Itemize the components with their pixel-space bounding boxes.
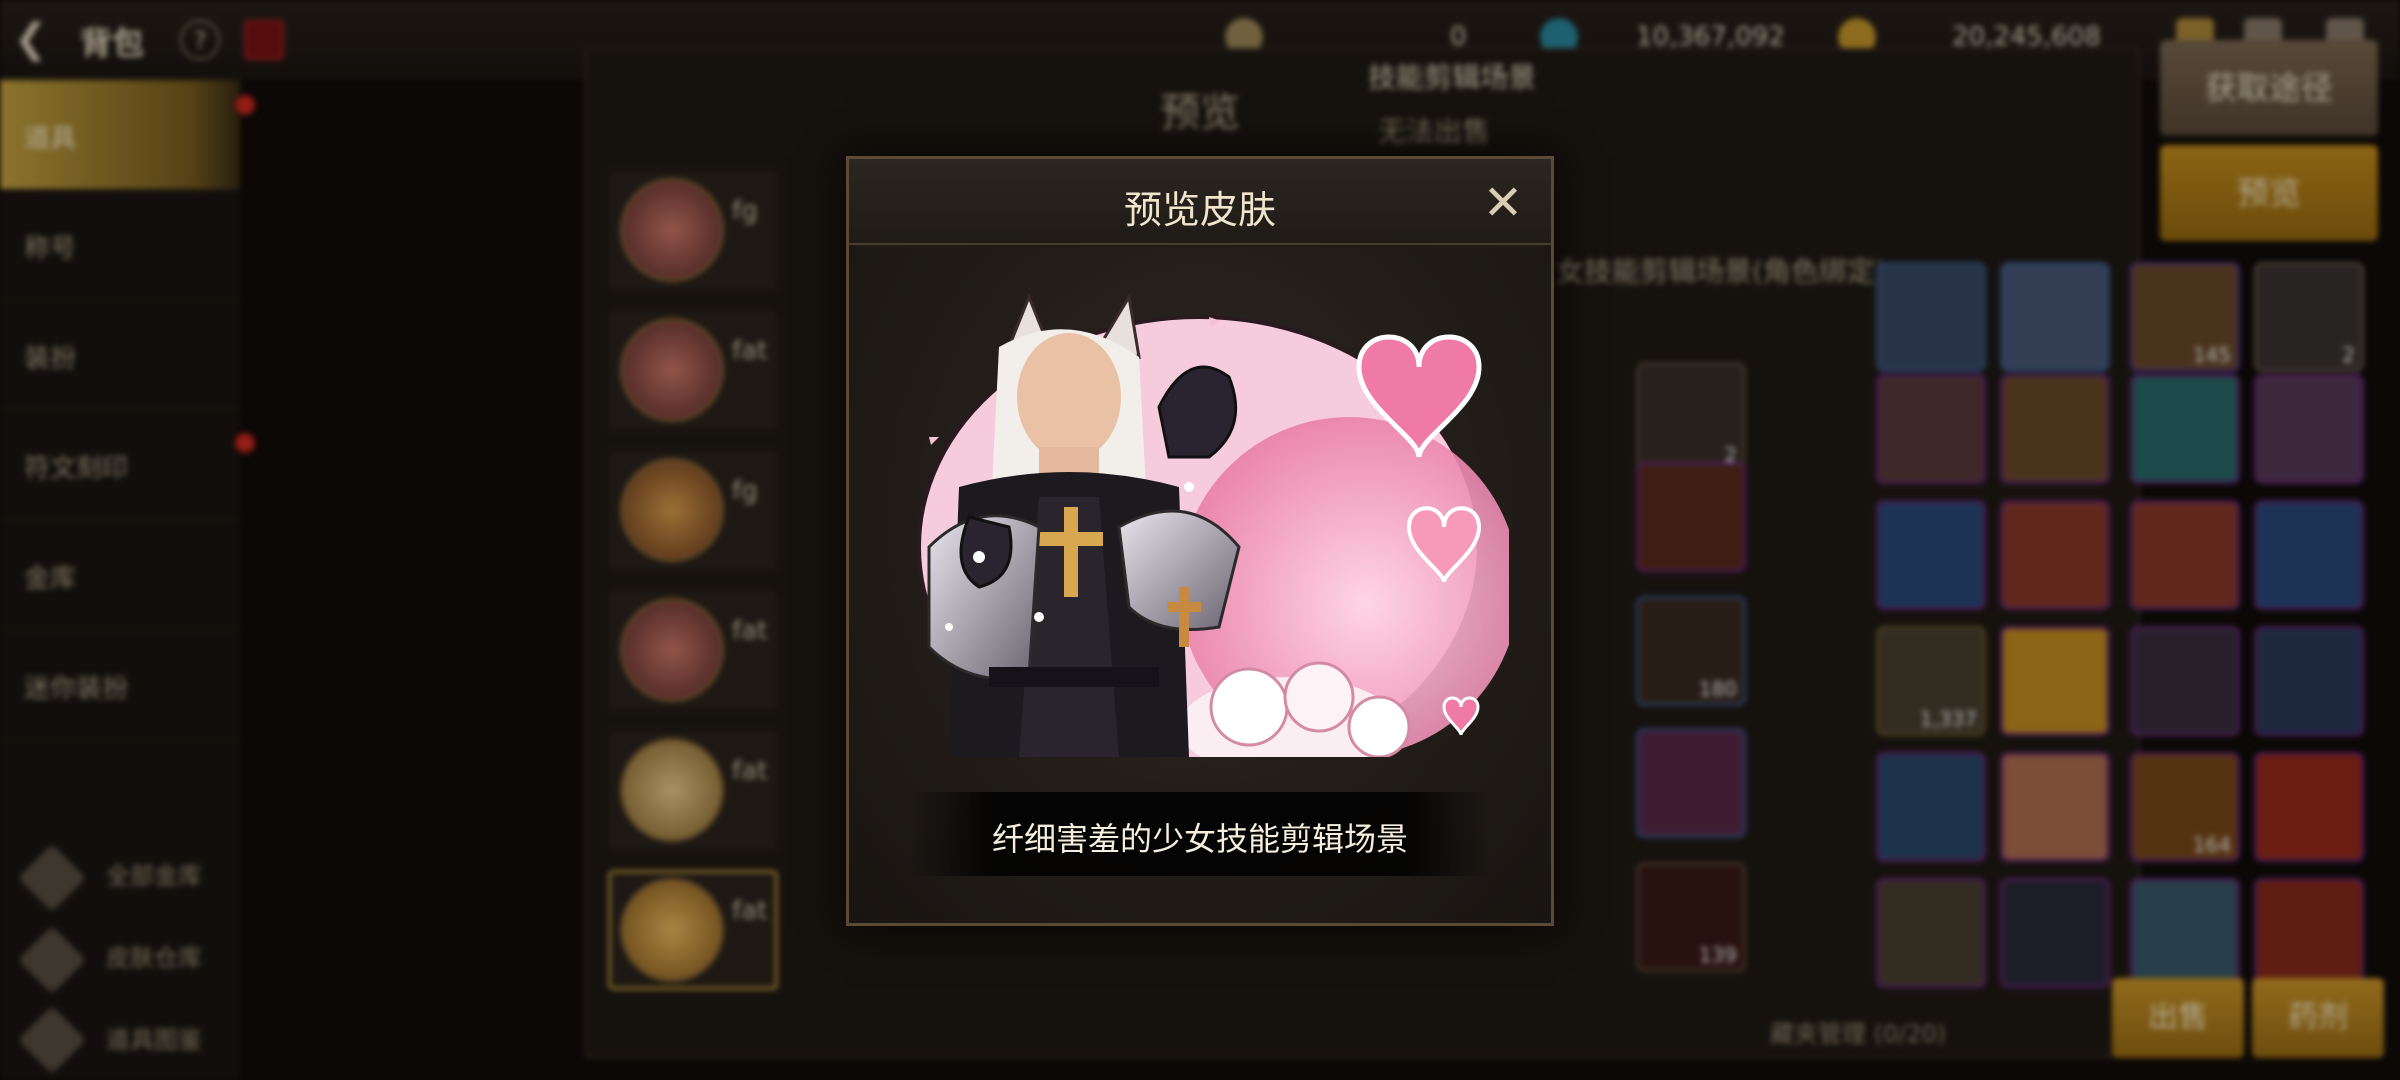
- dialog-body: 纤细害羞的少女技能剪辑场景: [849, 247, 1551, 923]
- skin-name-caption: 纤细害羞的少女技能剪辑场景: [991, 820, 1408, 858]
- close-icon[interactable]: ✕: [1481, 179, 1525, 227]
- dialog-header: 预览皮肤 ✕: [849, 159, 1551, 245]
- caption-bar: 纤细害羞的少女技能剪辑场景: [909, 792, 1491, 876]
- dialog-title: 预览皮肤: [1123, 188, 1276, 232]
- preview-skin-dialog: 预览皮肤 ✕ 纤细害羞的少女技能剪辑场景: [846, 156, 1554, 926]
- skin-preview-image: [917, 292, 1509, 757]
